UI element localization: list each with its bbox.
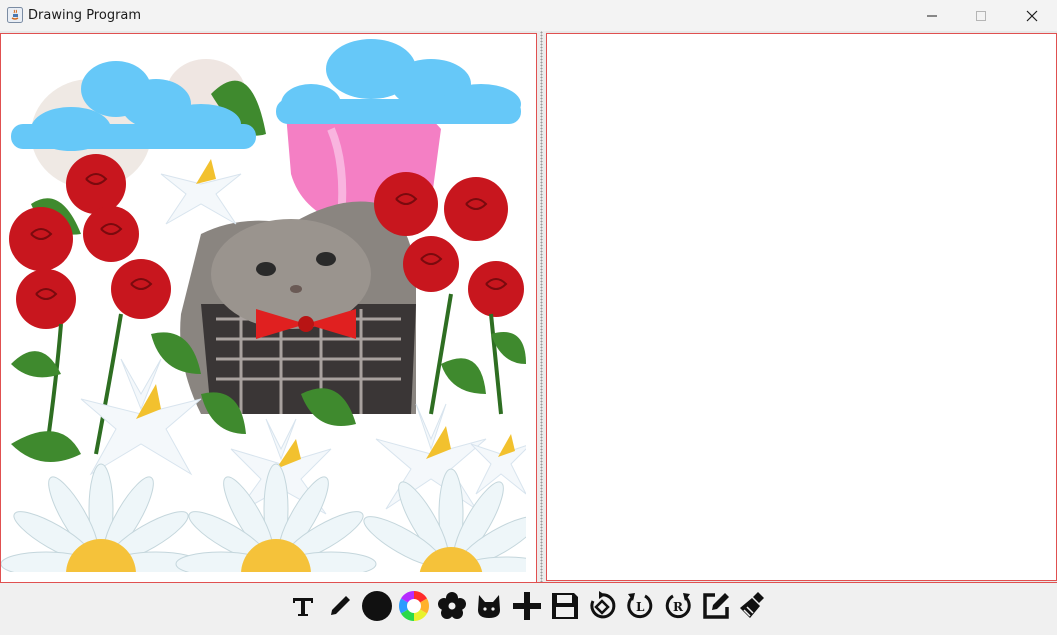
filled-circle-icon: [362, 591, 392, 621]
daisy: [363, 468, 536, 582]
color-picker-button[interactable]: [397, 589, 431, 623]
split-pane: [0, 31, 1057, 583]
flower-icon: [438, 592, 466, 619]
daisy: [1, 463, 202, 582]
left-canvas[interactable]: [0, 33, 537, 583]
plus-icon: [513, 592, 541, 620]
rotate-right-icon: R: [665, 593, 691, 619]
text-icon: [293, 598, 313, 616]
edit-icon: [703, 593, 729, 619]
daisy: [175, 463, 377, 582]
maximize-button[interactable]: [958, 0, 1004, 31]
clear-button[interactable]: [737, 589, 771, 623]
svg-text:R: R: [673, 600, 684, 614]
right-canvas[interactable]: [546, 33, 1057, 581]
lily: [80, 358, 202, 476]
floppy-disk-icon: [552, 593, 578, 619]
rotate-button[interactable]: [585, 589, 619, 623]
rotate-left-button[interactable]: L: [623, 589, 657, 623]
close-icon: [1026, 10, 1038, 21]
rotate-right-button[interactable]: R: [661, 589, 695, 623]
leaf: [11, 351, 61, 378]
minimize-icon: [927, 15, 937, 16]
collage-image: [1, 34, 536, 582]
save-button[interactable]: [548, 589, 582, 623]
flower-stamp-button[interactable]: [435, 589, 469, 623]
minimize-button[interactable]: [909, 0, 955, 31]
drawing-program-window: Drawing Program L R: [0, 0, 1057, 635]
rotate-left-icon: L: [627, 593, 653, 619]
title-bar[interactable]: Drawing Program: [0, 0, 1057, 31]
pencil-tool-button[interactable]: [323, 589, 357, 623]
leaf: [441, 358, 486, 394]
brush-size-button[interactable]: [360, 589, 394, 623]
add-button[interactable]: [510, 589, 544, 623]
cloud-right: [276, 39, 521, 124]
roses-left: [9, 154, 171, 329]
lily: [375, 403, 487, 510]
leaf: [11, 431, 81, 462]
lily: [160, 159, 242, 225]
color-wheel-icon: [398, 591, 430, 621]
svg-text:L: L: [636, 600, 645, 614]
text-tool-button[interactable]: [286, 589, 320, 623]
cat-photo: [180, 201, 416, 414]
broom-icon: [740, 592, 764, 618]
edit-button[interactable]: [699, 589, 733, 623]
maximize-icon: [976, 10, 986, 21]
window-title: Drawing Program: [28, 8, 142, 23]
cat-icon: [478, 595, 500, 618]
close-button[interactable]: [1009, 0, 1055, 31]
cat-stamp-button[interactable]: [472, 589, 506, 623]
rotate-icon: [590, 591, 616, 619]
pencil-icon: [331, 596, 350, 615]
split-divider[interactable]: [537, 31, 546, 583]
tool-bar: L R: [0, 583, 1057, 635]
java-app-icon: [7, 7, 23, 23]
